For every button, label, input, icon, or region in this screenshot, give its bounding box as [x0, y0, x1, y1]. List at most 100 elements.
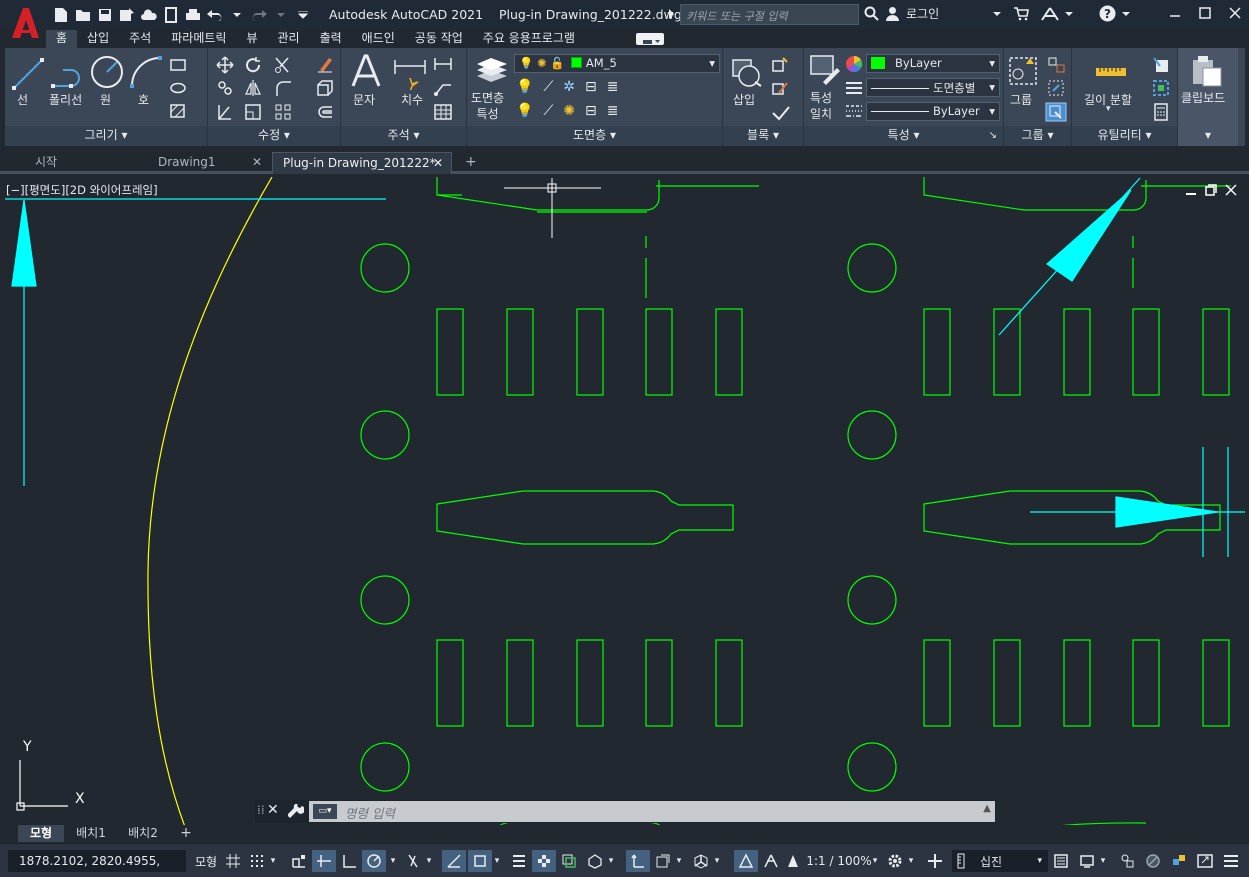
tab-insert[interactable]: 삽입 [77, 30, 119, 48]
layer-properties-label[interactable]: 도면층 특성 [471, 90, 504, 122]
ungroup-icon[interactable] [1047, 56, 1067, 74]
undo-dropdown-icon[interactable] [228, 6, 246, 24]
clipboard-icon[interactable] [1191, 54, 1223, 88]
tab-drawing1[interactable]: Drawing1 ✕ [148, 152, 270, 174]
layer-properties-icon[interactable] [475, 54, 509, 84]
tab-parametric[interactable]: 파라메트릭 [161, 30, 236, 48]
rectangle-icon[interactable] [169, 58, 189, 72]
tab-home[interactable]: 홈 [46, 30, 78, 48]
trim-icon[interactable] [274, 56, 294, 74]
line-label[interactable]: 선 [17, 91, 28, 108]
insert-block-icon[interactable] [729, 56, 763, 88]
command-recent-icon[interactable]: ▭▾ [313, 804, 337, 819]
layer-isolate-icon[interactable]: 💡 [516, 79, 533, 97]
scale-icon[interactable] [244, 103, 262, 121]
dimension-label[interactable]: 치수 [401, 91, 423, 108]
lock-ui-icon[interactable] [1076, 850, 1098, 872]
workspace-dropdown-icon[interactable]: ▾ [906, 850, 916, 872]
arc-icon[interactable] [128, 54, 164, 90]
command-line-grip[interactable]: ⁞⁞ [257, 803, 265, 817]
polar-dropdown-icon[interactable]: ▾ [388, 850, 398, 872]
annotation-scale-dropdown-icon[interactable]: ▾ [870, 850, 880, 872]
isolate-objects-icon[interactable] [1116, 850, 1138, 872]
polar-tracking-icon[interactable] [362, 850, 386, 872]
tab-plugin-drawing[interactable]: Plug-in Drawing_201222* ✕ [272, 152, 452, 174]
linetype-dropdown[interactable]: 도면층별 ▾ [866, 78, 1000, 97]
isometric-dropdown-icon[interactable]: ▾ [424, 850, 434, 872]
fillet-icon[interactable] [274, 79, 292, 97]
close-tab-icon[interactable]: ✕ [252, 152, 262, 172]
open-icon[interactable] [74, 6, 92, 24]
color-dropdown[interactable]: ByLayer ▾ [866, 54, 1000, 73]
ribbon-minimize-button[interactable] [636, 33, 664, 45]
maximize-icon[interactable] [1197, 4, 1213, 22]
layer-thaw-icon[interactable]: ✺ [563, 103, 575, 121]
command-input[interactable]: ▭▾ 명령 입력 ▲ [309, 801, 995, 822]
linear-dim-icon[interactable] [433, 56, 455, 74]
layer-off-icon[interactable]: ⟋ [543, 79, 553, 97]
tab-layout2[interactable]: 배치2 [120, 825, 166, 842]
hardware-acceleration-icon[interactable] [1142, 850, 1164, 872]
move-icon[interactable] [216, 56, 234, 74]
group-selection-icon[interactable] [1045, 102, 1067, 122]
leader-icon[interactable] [433, 79, 455, 97]
selection-filter-dropdown-icon[interactable]: ▾ [674, 850, 684, 872]
tab-view[interactable]: 뷰 [236, 30, 267, 48]
share-icon[interactable] [162, 6, 180, 24]
layer-freeze-icon[interactable]: ✲ [563, 79, 575, 97]
model-space-button[interactable]: 모형 [192, 850, 220, 872]
selection-filter-icon[interactable] [652, 850, 674, 872]
layer-lock-icon[interactable]: ⊟ [585, 79, 597, 97]
login-link[interactable]: 로그인 [906, 5, 939, 22]
viewport-minimize-icon[interactable] [1185, 184, 1197, 196]
mirror-icon[interactable] [244, 79, 262, 97]
tab-model[interactable]: 모형 [18, 825, 64, 842]
ellipse-icon[interactable] [169, 81, 189, 95]
undo-icon[interactable] [206, 6, 224, 24]
properties-panel-title[interactable]: 특성 ▾ ↘ [804, 126, 1003, 146]
customization-menu-icon[interactable] [1220, 850, 1242, 872]
measure-icon[interactable] [1094, 62, 1128, 80]
modify-panel-title[interactable]: 수정 ▾ [208, 126, 340, 146]
save-icon[interactable] [96, 6, 114, 24]
autodesk-icon[interactable] [1041, 6, 1059, 21]
block-panel-title[interactable]: 블록 ▾ [723, 126, 803, 146]
command-customize-icon[interactable] [288, 804, 304, 820]
group-edit-icon[interactable] [1047, 79, 1067, 97]
cart-icon[interactable] [1013, 6, 1030, 21]
redo-icon[interactable] [250, 6, 268, 24]
3d-snap-dropdown-icon[interactable]: ▾ [606, 850, 616, 872]
command-close-icon[interactable]: ✕ [267, 802, 279, 818]
object-snap-tracking-icon[interactable] [442, 850, 466, 872]
select-all-icon[interactable] [1152, 79, 1172, 97]
polyline-icon[interactable] [49, 56, 89, 92]
offset-icon[interactable] [316, 103, 334, 121]
viewport-restore-icon[interactable] [1205, 184, 1217, 196]
lock-ui-dropdown-icon[interactable]: ▾ [1098, 850, 1108, 872]
circle-label[interactable]: 원 [100, 91, 111, 108]
transparency-icon[interactable] [532, 850, 556, 872]
tab-collaborate[interactable]: 공동 작업 [405, 30, 473, 48]
tab-manage[interactable]: 관리 [267, 30, 309, 48]
quick-properties-icon[interactable] [1050, 850, 1072, 872]
tab-layout1[interactable]: 배치1 [68, 825, 114, 842]
snap-icon[interactable] [246, 850, 268, 872]
user-icon[interactable] [885, 6, 900, 21]
tab-start[interactable]: 시작 [25, 152, 145, 174]
group-label[interactable]: 그룹 [1010, 91, 1032, 108]
layer-match-icon[interactable]: ≣ [607, 79, 619, 97]
dimension-icon[interactable] [393, 56, 427, 90]
edit-block-icon[interactable] [771, 79, 791, 97]
viewport-close-icon[interactable] [1225, 184, 1237, 196]
customize-qat-icon[interactable] [294, 6, 312, 24]
autodesk-dropdown-icon[interactable] [1065, 11, 1074, 17]
help-icon[interactable]: ? [1099, 5, 1116, 22]
annotation-panel-title[interactable]: 주석 ▾ [341, 126, 466, 146]
hatch-icon[interactable] [169, 103, 189, 119]
copy-icon[interactable] [216, 79, 234, 97]
layer-walk-icon[interactable]: ⟋ [543, 103, 553, 121]
command-history-icon[interactable]: ▲ [983, 803, 991, 814]
selection-cycling-icon[interactable] [558, 850, 580, 872]
clean-screen-toggle-icon[interactable] [1168, 850, 1190, 872]
calculator-icon[interactable] [1152, 103, 1172, 121]
